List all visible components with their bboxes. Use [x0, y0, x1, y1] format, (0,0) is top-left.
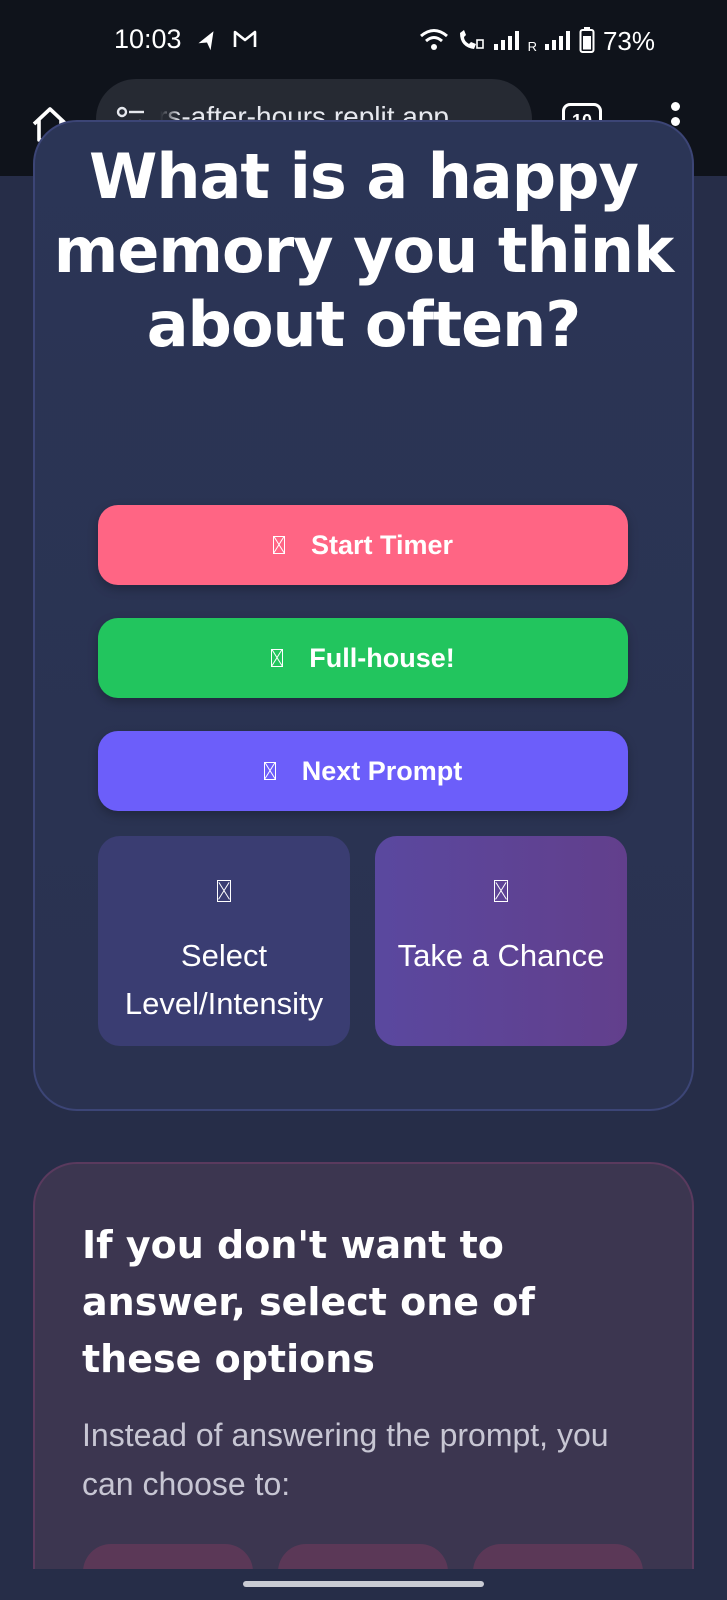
gesture-handle[interactable]: [243, 1581, 484, 1587]
gmail-icon: [232, 26, 258, 57]
full-house-button[interactable]: Full-house!: [98, 618, 628, 698]
battery-percent: 73%: [602, 26, 655, 56]
roaming-indicator: R: [527, 39, 537, 54]
next-prompt-label: Next Prompt: [301, 755, 463, 786]
status-time: 10:03: [114, 24, 182, 54]
signal-icon: [493, 27, 521, 53]
take-chance-button[interactable]: Take a Chance: [375, 836, 627, 1046]
next-prompt-button[interactable]: Next Prompt: [98, 731, 628, 811]
status-system-icons: R: [419, 26, 595, 54]
full-house-icon: [271, 649, 284, 667]
select-level-label: Select Level/Intensity: [124, 938, 324, 1021]
take-chance-label: Take a Chance: [397, 938, 605, 973]
start-timer-label: Start Timer: [310, 529, 454, 560]
wifi-icon: [419, 27, 449, 53]
next-icon: [263, 762, 276, 780]
select-level-button[interactable]: Select Level/Intensity: [98, 836, 350, 1046]
signal-roaming-icon: [544, 27, 572, 53]
prompt-question: What is a happy memory you think about o…: [53, 140, 675, 361]
timer-icon: [272, 536, 285, 554]
skip-options-description: Instead of answering the prompt, you can…: [82, 1417, 609, 1502]
navigation-icon: [196, 26, 222, 57]
level-icon: [217, 880, 231, 902]
battery-icon: [579, 26, 595, 54]
status-bar: 10:03 R 73%: [0, 0, 727, 84]
status-notification-icons: [196, 26, 258, 57]
wifi-calling-icon: [456, 27, 486, 53]
start-timer-button[interactable]: Start Timer: [98, 505, 628, 585]
skip-options-title: If you don't want to answer, select one …: [82, 1223, 535, 1381]
full-house-label: Full-house!: [309, 642, 455, 673]
dice-icon: [494, 880, 508, 902]
